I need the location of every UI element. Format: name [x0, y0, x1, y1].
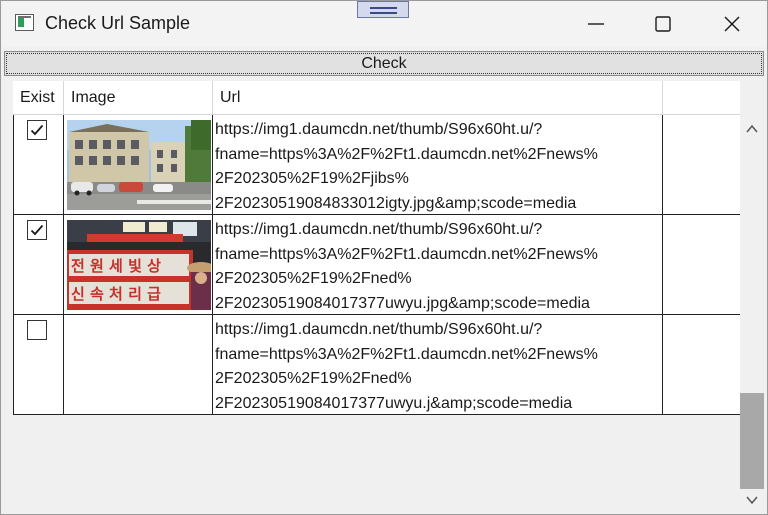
url-data-grid: Exist Image Url https://img1.daumcdn.net… [13, 81, 740, 511]
sign-text-top: 전 원 세 빛 상 [71, 257, 161, 275]
window-title: Check Url Sample [45, 13, 191, 33]
url-text: https://img1.daumcdn.net/thumb/S96x60ht.… [215, 121, 598, 212]
thumbnail-image [67, 120, 211, 210]
exist-checkbox[interactable] [27, 220, 47, 240]
title-bar[interactable]: Check Url Sample [1, 1, 767, 47]
minimize-button[interactable] [562, 1, 630, 47]
exist-cell [13, 215, 64, 314]
chevron-up-icon [746, 124, 758, 133]
check-button[interactable]: Check [4, 51, 764, 76]
vertical-scrollbar[interactable] [740, 115, 764, 511]
checkmark-icon [30, 124, 44, 136]
main-window: Check Url Sample Check Exist Image Url h… [0, 0, 768, 515]
maximize-button[interactable] [629, 1, 697, 47]
table-row[interactable]: https://img1.daumcdn.net/thumb/S96x60ht.… [13, 115, 740, 215]
sign-text-bottom: 신 속 처 리 급 [71, 285, 161, 303]
close-button[interactable] [698, 1, 766, 47]
exist-checkbox[interactable] [27, 120, 47, 140]
drag-handle-icon[interactable] [357, 1, 409, 18]
table-row[interactable]: https://img1.daumcdn.net/thumb/S96x60ht.… [13, 315, 740, 415]
close-icon [724, 16, 740, 32]
exist-checkbox[interactable] [27, 320, 47, 340]
maximize-icon [655, 16, 671, 32]
checkmark-icon [30, 224, 44, 236]
grid-header-row: Exist Image Url [13, 81, 740, 115]
minimize-icon [588, 23, 604, 25]
column-header-image[interactable]: Image [64, 81, 213, 115]
image-cell [64, 115, 213, 214]
thumbnail-image: 전 원 세 빛 상 신 속 처 리 급 [67, 220, 211, 310]
column-header-filler [663, 81, 740, 115]
scroll-down-button[interactable] [740, 489, 764, 511]
exist-cell [13, 315, 64, 414]
exist-cell [13, 115, 64, 214]
chevron-down-icon [746, 496, 758, 505]
app-icon [15, 14, 34, 31]
table-row[interactable]: 전 원 세 빛 상 신 속 처 리 급 https://img1.daumcdn… [13, 215, 740, 315]
url-text: https://img1.daumcdn.net/thumb/S96x60ht.… [215, 321, 598, 412]
url-cell: https://img1.daumcdn.net/thumb/S96x60ht.… [213, 115, 663, 214]
image-cell [64, 315, 213, 414]
column-header-exist[interactable]: Exist [13, 81, 64, 115]
url-cell: https://img1.daumcdn.net/thumb/S96x60ht.… [213, 315, 663, 414]
url-text: https://img1.daumcdn.net/thumb/S96x60ht.… [215, 221, 598, 312]
image-cell: 전 원 세 빛 상 신 속 처 리 급 [64, 215, 213, 314]
url-cell: https://img1.daumcdn.net/thumb/S96x60ht.… [213, 215, 663, 314]
column-header-url[interactable]: Url [213, 81, 663, 115]
scrollbar-thumb[interactable] [740, 393, 764, 489]
scroll-up-button[interactable] [740, 118, 764, 140]
